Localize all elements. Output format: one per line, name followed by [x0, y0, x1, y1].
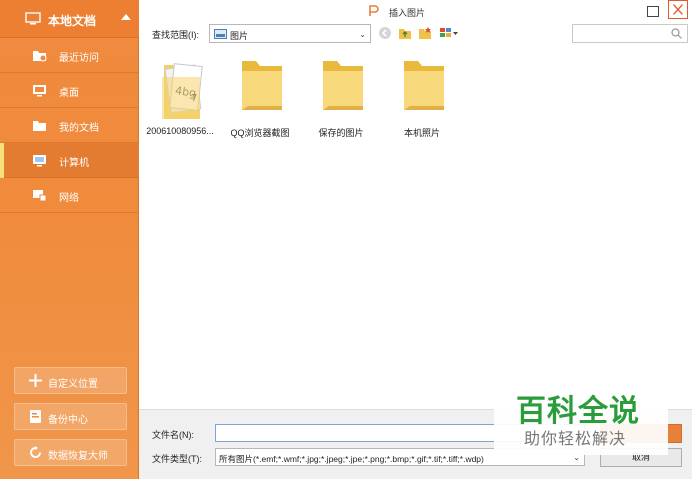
search-icon	[671, 28, 682, 39]
desktop-icon	[33, 85, 46, 97]
network-icon	[33, 190, 47, 202]
sidebar-item-desktop[interactable]: 桌面	[0, 73, 139, 108]
file-name: QQ浏览器截图	[230, 128, 290, 138]
backup-center-button[interactable]: 备份中心	[14, 403, 127, 430]
file-name: 保存的图片	[318, 128, 364, 138]
collapse-arrow-icon[interactable]	[121, 14, 131, 20]
sidebar-item-label: 网络	[59, 193, 79, 204]
plus-icon	[29, 374, 42, 387]
folder-icon	[404, 61, 444, 110]
watermark: 百科全说 助你轻松解决	[494, 383, 668, 455]
sidebar-header[interactable]: 本地文档	[0, 0, 139, 38]
sidebar-item-network[interactable]: 网络	[0, 178, 139, 213]
new-folder-icon[interactable]	[418, 26, 432, 40]
sidebar-item-label: 最近访问	[59, 53, 99, 64]
sidebar-item-recent[interactable]: 最近访问	[0, 38, 139, 73]
folder-item[interactable]: 保存的图片	[302, 57, 380, 147]
sidebar-item-label: 计算机	[59, 158, 89, 169]
filetype-label: 文件类型(T):	[152, 454, 202, 464]
watermark-sub: 助你轻松解决	[524, 431, 627, 448]
folder-icon	[242, 61, 282, 110]
image-file-thumbnail: 4bg 7	[162, 63, 203, 119]
lookin-label: 查找范围(I):	[152, 30, 199, 40]
file-name: 本机照片	[403, 128, 440, 138]
custom-location-label: 自定义位置	[48, 379, 98, 390]
folder-icon	[33, 121, 46, 131]
pictures-folder-icon	[214, 29, 227, 39]
sidebar-title: 本地文档	[48, 14, 97, 28]
sidebar: 本地文档 最近访问 桌面 我的文档 计算机 网络 自定义位置 备份中心 数据恢复…	[0, 0, 139, 479]
sidebar-item-documents[interactable]: 我的文档	[0, 108, 139, 143]
wps-picture-icon	[369, 5, 379, 16]
folder-item[interactable]: 本机照片	[383, 57, 461, 147]
title-bar: 插入图片	[139, 0, 692, 22]
folder-item[interactable]: QQ浏览器截图	[221, 57, 299, 147]
search-input[interactable]	[572, 24, 688, 43]
sidebar-item-label: 桌面	[59, 88, 79, 99]
lookin-select[interactable]: 图片 ⌄	[209, 24, 371, 43]
custom-location-button[interactable]: 自定义位置	[14, 367, 127, 394]
close-button[interactable]	[668, 0, 688, 19]
computer-icon	[33, 155, 46, 167]
data-recovery-label: 数据恢复大师	[48, 451, 108, 462]
computer-icon	[25, 12, 41, 25]
up-folder-icon[interactable]	[398, 26, 412, 40]
maximize-button[interactable]	[641, 2, 663, 20]
watermark-main: 百科全说	[516, 395, 640, 428]
filetype-value: 所有图片(*.emf;*.wmf;*.jpg;*.jpeg;*.jpe;*.pn…	[219, 454, 484, 464]
dialog-title: 插入图片	[389, 8, 426, 18]
data-recovery-button[interactable]: 数据恢复大师	[14, 439, 127, 466]
view-menu-icon[interactable]	[439, 26, 459, 40]
backup-icon	[30, 410, 41, 423]
back-icon[interactable]	[378, 26, 392, 40]
backup-center-label: 备份中心	[48, 415, 88, 426]
sidebar-item-computer[interactable]: 计算机	[0, 143, 139, 178]
file-list[interactable]: 4bg 7 200610080956... QQ浏览器截图 保存的图片 本机照片	[139, 47, 692, 409]
chevron-down-icon: ⌄	[359, 30, 366, 39]
filename-label: 文件名(N):	[152, 430, 194, 440]
sidebar-item-label: 我的文档	[59, 123, 99, 134]
folder-icon	[323, 61, 363, 110]
recent-folder-icon	[33, 51, 47, 62]
recovery-icon	[30, 446, 41, 458]
file-item-image[interactable]: 4bg 7 200610080956...	[141, 57, 219, 147]
lookin-value: 图片	[230, 31, 249, 41]
file-name: 200610080956...	[146, 126, 214, 136]
